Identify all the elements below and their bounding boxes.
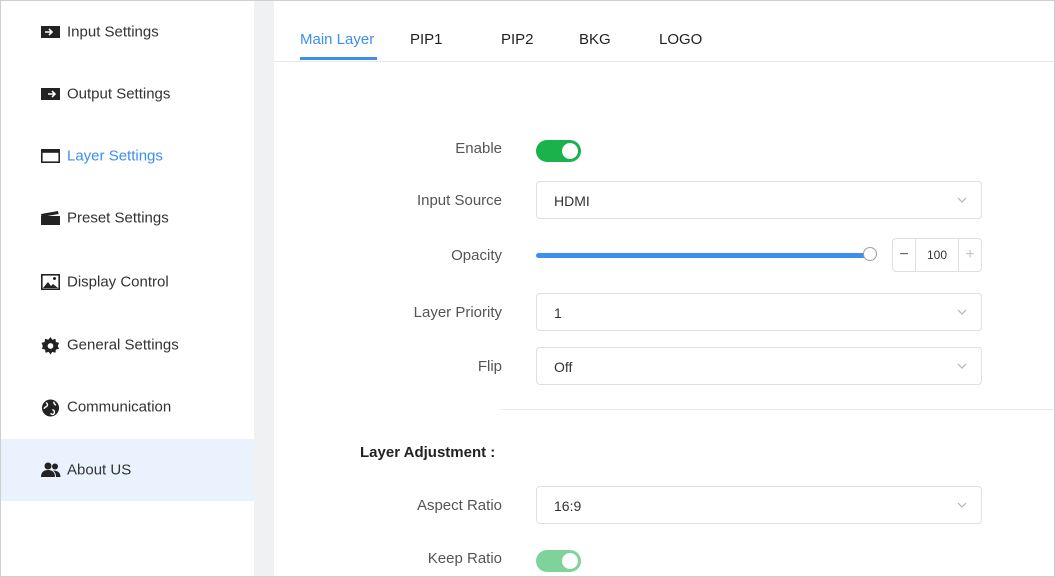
active-tab-indicator (300, 57, 377, 60)
app-window: Input Settings Output Settings Layer Set… (0, 0, 1055, 577)
sidebar-item-label: Communication (67, 398, 172, 416)
sidebar-item-label: Output Settings (67, 85, 171, 103)
aspect-ratio-label: Aspect Ratio (416, 497, 502, 514)
tab-pip1[interactable]: PIP1 (410, 31, 443, 48)
layer-priority-select[interactable]: 1 (536, 293, 982, 331)
sidebar-item-output-settings[interactable]: Output Settings (1, 63, 254, 125)
globe-icon (41, 399, 60, 417)
sidebar-item-input-settings[interactable]: Input Settings (1, 1, 254, 63)
select-value: 1 (554, 305, 562, 321)
select-value: HDMI (554, 193, 590, 209)
toggle-knob (562, 143, 578, 159)
output-icon (41, 86, 60, 102)
increment-button[interactable]: + (958, 239, 981, 271)
chevron-down-icon (957, 502, 967, 508)
opacity-value[interactable]: 100 (915, 248, 959, 262)
sidebar-item-label: Display Control (67, 273, 169, 291)
sidebar-item-preset-settings[interactable]: Preset Settings (1, 187, 254, 249)
sidebar-item-layer-settings[interactable]: Layer Settings (1, 125, 254, 187)
tab-logo[interactable]: LOGO (659, 31, 702, 48)
layer-icon (41, 148, 60, 164)
users-icon (41, 462, 61, 478)
sidebar-item-general-settings[interactable]: General Settings (1, 314, 254, 376)
main-panel: Main Layer PIP1 PIP2 BKG LOGO Enable Inp… (274, 1, 1054, 576)
sidebar-item-label: General Settings (67, 336, 179, 354)
layer-priority-label: Layer Priority (413, 304, 502, 321)
layer-adjustment-heading: Layer Adjustment : (360, 444, 496, 461)
section-divider (500, 409, 1054, 410)
tab-bkg[interactable]: BKG (579, 31, 611, 48)
aspect-ratio-select[interactable]: 16:9 (536, 486, 982, 524)
enable-label: Enable (455, 140, 502, 157)
opacity-label: Opacity (451, 247, 502, 264)
opacity-slider-track[interactable] (536, 253, 866, 258)
sidebar-item-display-control[interactable]: Display Control (1, 251, 254, 313)
layer-tabs: Main Layer PIP1 PIP2 BKG LOGO (274, 1, 1054, 62)
select-value: Off (554, 359, 573, 375)
gear-icon (41, 337, 60, 355)
clapperboard-icon (41, 210, 60, 226)
opacity-slider-handle[interactable] (863, 247, 877, 261)
select-value: 16:9 (554, 498, 582, 514)
sidebar: Input Settings Output Settings Layer Set… (1, 1, 254, 576)
input-source-label: Input Source (416, 192, 502, 209)
keep-ratio-label: Keep Ratio (427, 550, 502, 567)
tab-main-layer[interactable]: Main Layer (300, 31, 374, 48)
chevron-down-icon (957, 309, 967, 315)
flip-label: Flip (477, 358, 502, 375)
chevron-down-icon (957, 197, 967, 203)
decrement-button[interactable]: − (893, 239, 916, 271)
sidebar-item-about-us[interactable]: About US (1, 439, 254, 501)
input-source-select[interactable]: HDMI (536, 181, 982, 219)
opacity-stepper[interactable]: − 100 + (892, 238, 982, 272)
sidebar-item-label: About US (67, 461, 132, 479)
flip-select[interactable]: Off (536, 347, 982, 385)
enable-toggle[interactable] (536, 140, 581, 162)
sidebar-item-label: Layer Settings (67, 147, 163, 165)
chevron-down-icon (957, 363, 967, 369)
input-icon (41, 24, 60, 40)
sidebar-divider (254, 1, 274, 576)
sidebar-item-label: Input Settings (67, 23, 159, 41)
image-icon (41, 274, 60, 290)
sidebar-item-communication[interactable]: Communication (1, 376, 254, 438)
tab-pip2[interactable]: PIP2 (501, 31, 534, 48)
sidebar-item-label: Preset Settings (67, 209, 169, 227)
keep-ratio-toggle[interactable] (536, 550, 581, 572)
toggle-knob (562, 553, 578, 569)
